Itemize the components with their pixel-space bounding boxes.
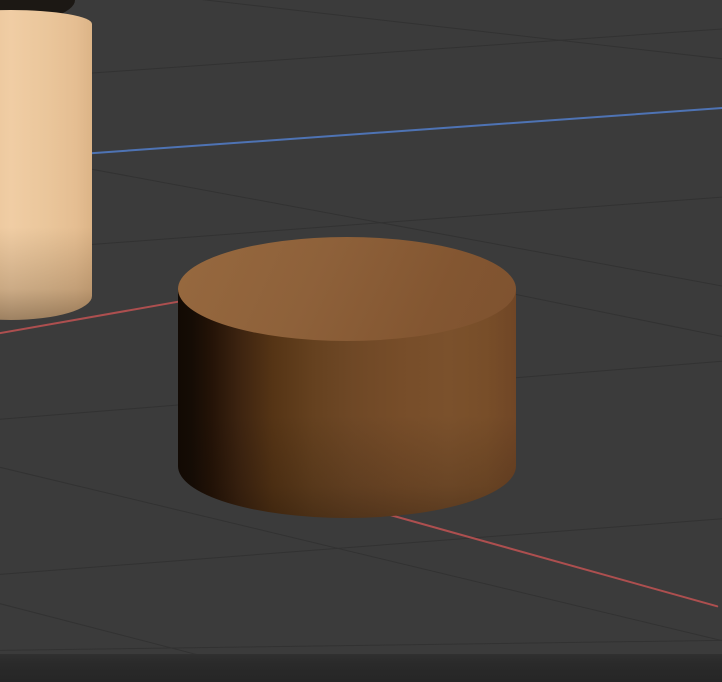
tan-cylinder-body	[0, 10, 92, 320]
floor-fade-band	[0, 654, 722, 682]
viewport-3d[interactable]	[0, 0, 722, 682]
brown-cylinder-top-face	[178, 237, 516, 341]
blue-axis-line	[0, 107, 722, 161]
grid-line	[0, 517, 722, 576]
grid-line	[0, 27, 722, 81]
red-axis-line-right	[383, 512, 719, 608]
brown-cylinder-object[interactable]	[178, 237, 516, 518]
tan-cylinder-object[interactable]	[0, 0, 95, 330]
grid-line	[0, 640, 722, 651]
grid-line	[140, 0, 722, 72]
